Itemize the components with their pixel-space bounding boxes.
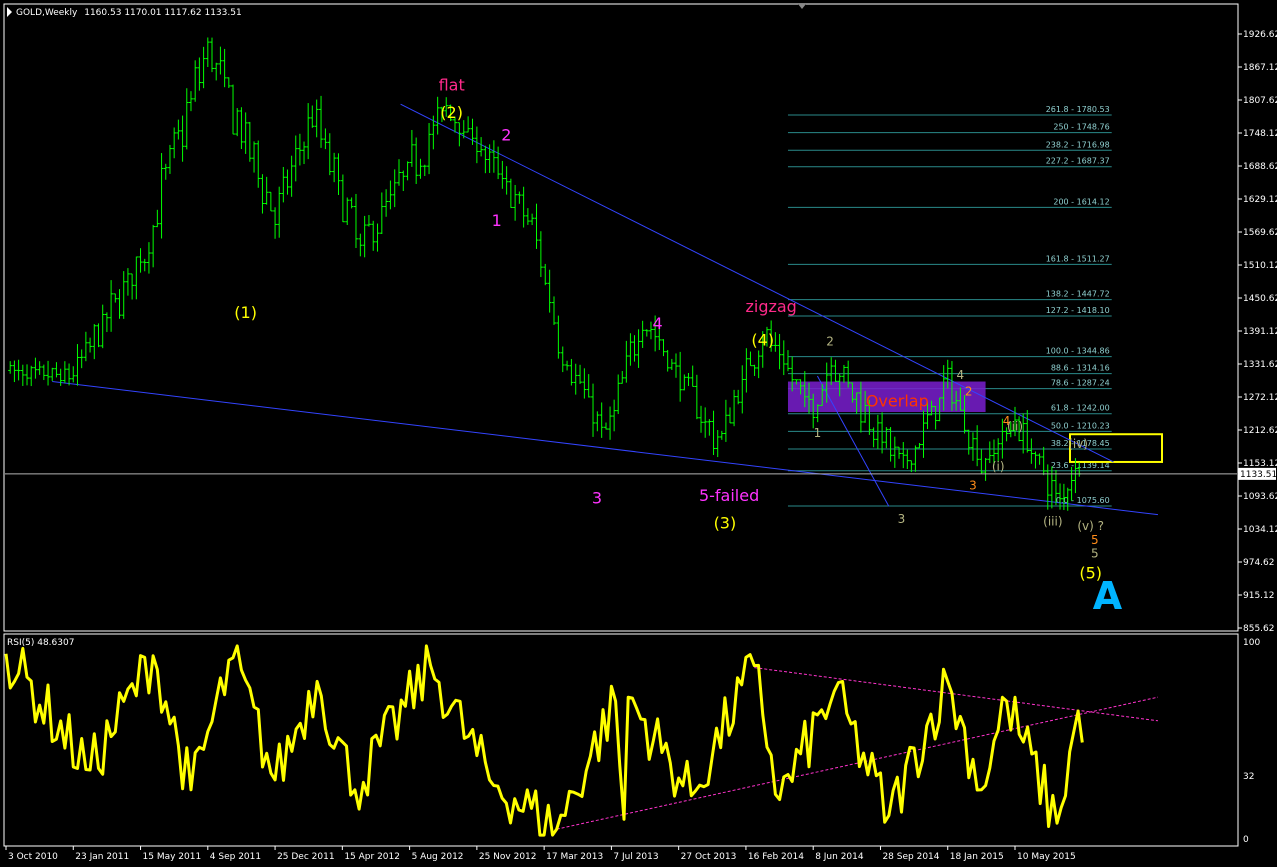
fib-level-label: 238.2 - 1716.98 <box>1046 140 1110 149</box>
price-tick-label: 1153.12 <box>1243 459 1277 469</box>
price-tick-label: 1510.12 <box>1243 261 1277 271</box>
wave-label: (4) <box>751 330 774 349</box>
rsi-header: RSI(5) 48.6307 <box>7 638 74 648</box>
time-tick-label: 23 Jan 2011 <box>75 852 129 862</box>
price-tick-label: 1450.62 <box>1243 294 1277 304</box>
rsi-tick-label: 100 <box>1243 638 1260 648</box>
fib-level-label: 161.8 - 1511.27 <box>1046 254 1110 263</box>
time-tick-label: 25 Dec 2011 <box>277 852 335 862</box>
price-tick-label: 1034.12 <box>1243 525 1277 535</box>
price-tick-label: 1212.62 <box>1243 426 1277 436</box>
wave-label: (3) <box>714 514 737 533</box>
fib-level-label: 88.6 - 1314.16 <box>1051 364 1110 373</box>
rsi-tick-label: 0 <box>1243 835 1249 845</box>
fib-level-label: 127.2 - 1418.10 <box>1046 306 1110 315</box>
ohlc-values: 1160.53 1170.01 1117.62 1133.51 <box>84 8 241 18</box>
wave-label: 5 <box>1091 533 1099 547</box>
wave-label: 1 <box>492 211 502 230</box>
time-tick-label: 15 Apr 2012 <box>344 852 400 862</box>
price-tick-label: 1629.12 <box>1243 195 1277 205</box>
time-tick-label: 25 Nov 2012 <box>479 852 537 862</box>
wave-label: (iii) <box>1043 515 1062 529</box>
wave-label: 4 <box>957 368 965 382</box>
time-tick-label: 18 Jan 2015 <box>950 852 1004 862</box>
fib-level-label: 227.2 - 1687.37 <box>1046 157 1110 166</box>
price-tick-label: 855.62 <box>1243 624 1275 634</box>
time-tick-label: 4 Sep 2011 <box>210 852 261 862</box>
price-tick-label: 1272.12 <box>1243 393 1277 403</box>
wave-label: zigzag <box>745 297 796 316</box>
wave-label: (1) <box>234 303 257 322</box>
wave-label: (i) <box>992 459 1005 473</box>
time-tick-label: 7 Jul 2013 <box>613 852 658 862</box>
wave-label: 2 <box>826 334 834 348</box>
wave-label: (2) <box>440 103 463 122</box>
wave-label: flat <box>439 75 465 94</box>
wave-label: 3 <box>969 479 977 493</box>
time-tick-label: 5 Aug 2012 <box>412 852 464 862</box>
time-tick-label: 3 Oct 2010 <box>8 852 58 862</box>
price-tick-label: 974.62 <box>1243 558 1275 568</box>
wave-label: 1 <box>814 426 822 440</box>
time-tick-label: 8 Jun 2014 <box>815 852 864 862</box>
time-tick-label: 17 Mar 2013 <box>546 852 603 862</box>
wave-label: Overlap <box>866 391 929 410</box>
fib-level-label: 250 - 1748.76 <box>1053 123 1109 132</box>
wave-label: 2 <box>965 384 973 398</box>
chart-canvas[interactable]: 261.8 - 1780.53 250 - 1748.76 238.2 - 1716… <box>0 0 1277 867</box>
price-tick-label: 1093.62 <box>1243 492 1277 502</box>
fib-level-label: 61.8 - 1242.00 <box>1051 404 1110 413</box>
wave-label: 3 <box>898 512 906 526</box>
symbol-name: GOLD,Weekly <box>16 8 78 18</box>
current-price-label: 1133.51 <box>1240 470 1277 480</box>
price-tick-label: 1807.62 <box>1243 96 1277 106</box>
price-tick-label: 1926.62 <box>1243 30 1277 40</box>
wave-label: 2 <box>501 125 511 144</box>
price-tick-label: 1688.62 <box>1243 162 1277 172</box>
wave-label: 5 <box>1091 546 1099 560</box>
fib-level-label: 100.0 - 1344.86 <box>1046 347 1110 356</box>
wave-label: A <box>1093 574 1123 618</box>
wave-label: (iv) <box>1068 437 1088 451</box>
wave-label: (v) ? <box>1077 519 1104 533</box>
time-tick-label: 16 Feb 2014 <box>748 852 804 862</box>
price-tick-label: 915.12 <box>1243 591 1275 601</box>
fib-level-label: 200 - 1614.12 <box>1053 197 1109 206</box>
time-tick-label: 28 Sep 2014 <box>882 852 939 862</box>
time-tick-label: 15 May 2011 <box>143 852 202 862</box>
fib-level-label: 261.8 - 1780.53 <box>1046 105 1110 114</box>
wave-label: 3 <box>592 489 602 508</box>
fib-level-label: 50.0 - 1210.23 <box>1051 421 1110 430</box>
fib-level-label: 138.2 - 1447.72 <box>1046 290 1110 299</box>
wave-label: (ii) <box>1007 419 1023 433</box>
fib-level-label: 78.6 - 1287.24 <box>1051 379 1110 388</box>
price-tick-label: 1331.62 <box>1243 360 1277 370</box>
wave-label: 5-failed <box>699 486 759 505</box>
price-tick-label: 1569.62 <box>1243 228 1277 238</box>
price-tick-label: 1748.12 <box>1243 129 1277 139</box>
symbol-header: GOLD,Weekly 1160.53 1170.01 1117.62 1133… <box>16 8 242 18</box>
wave-label: 4 <box>653 314 663 333</box>
time-tick-label: 10 May 2015 <box>1017 852 1076 862</box>
price-tick-label: 1867.12 <box>1243 63 1277 73</box>
rsi-tick-label: 32 <box>1243 772 1254 782</box>
time-tick-label: 27 Oct 2013 <box>681 852 737 862</box>
price-tick-label: 1391.12 <box>1243 327 1277 337</box>
